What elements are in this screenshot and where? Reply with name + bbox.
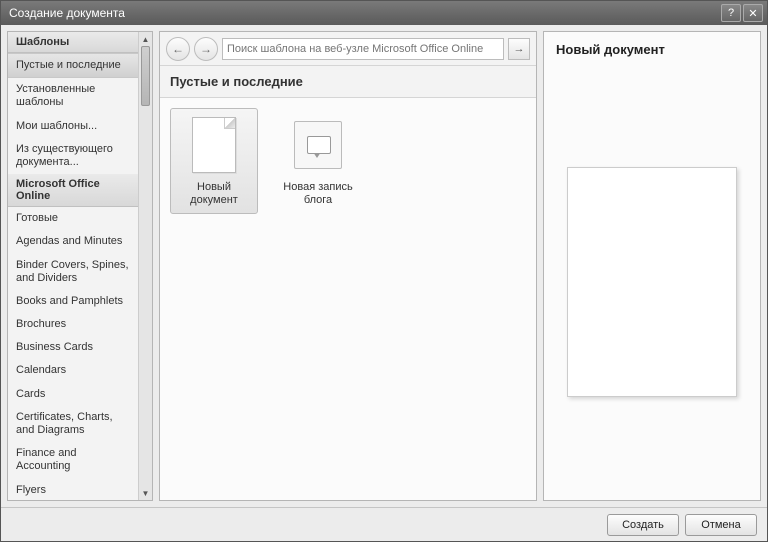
create-button[interactable]: Создать — [607, 514, 679, 536]
scroll-down-icon[interactable]: ▼ — [139, 486, 152, 500]
search-go-button[interactable]: → — [508, 38, 530, 60]
template-label: Новая запись блога — [279, 181, 357, 207]
sidebar-list: Шаблоны Пустые и последние Установленные… — [8, 32, 138, 500]
close-button[interactable]: ✕ — [743, 4, 763, 22]
cancel-button[interactable]: Отмена — [685, 514, 757, 536]
scroll-up-icon[interactable]: ▲ — [139, 32, 152, 46]
sidebar-item-flyers[interactable]: Flyers — [8, 479, 138, 500]
template-new-document[interactable]: Новый документ — [170, 108, 258, 214]
arrow-right-icon: → — [514, 43, 525, 55]
sidebar-item-from-existing[interactable]: Из существующего документа... — [8, 138, 138, 174]
document-icon — [188, 115, 240, 175]
templates-area: Новый документ Новая запись блога — [160, 98, 536, 500]
nav-back-button[interactable]: ← — [166, 37, 190, 61]
sidebar-item-agendas[interactable]: Agendas and Minutes — [8, 230, 138, 253]
sidebar-item-business-cards[interactable]: Business Cards — [8, 336, 138, 359]
nav-forward-button[interactable]: → — [194, 37, 218, 61]
help-button[interactable]: ? — [721, 4, 741, 22]
preview-panel: Новый документ — [543, 31, 761, 501]
sidebar-header-office-online: Microsoft Office Online — [8, 174, 138, 207]
center-toolbar: ← → → — [160, 32, 536, 66]
sidebar-item-brochures[interactable]: Brochures — [8, 313, 138, 336]
window-title: Создание документа — [9, 6, 719, 20]
template-label: Новый документ — [175, 181, 253, 207]
dialog-footer: Создать Отмена — [1, 507, 767, 541]
new-document-dialog: Создание документа ? ✕ Шаблоны Пустые и … — [0, 0, 768, 542]
sidebar-item-cards[interactable]: Cards — [8, 383, 138, 406]
blog-icon — [292, 115, 344, 175]
center-panel: ← → → Пустые и последние Новый документ … — [159, 31, 537, 501]
arrow-left-icon: ← — [172, 42, 184, 56]
search-box[interactable] — [222, 38, 504, 60]
sidebar-item-my-templates[interactable]: Мои шаблоны... — [8, 115, 138, 138]
preview-page — [567, 167, 737, 397]
section-header: Пустые и последние — [160, 66, 536, 98]
template-new-blog-post[interactable]: Новая запись блога — [274, 108, 362, 214]
search-input[interactable] — [227, 43, 499, 55]
sidebar-item-blank-recent[interactable]: Пустые и последние — [8, 53, 138, 78]
sidebar-item-certificates[interactable]: Certificates, Charts, and Diagrams — [8, 406, 138, 442]
arrow-right-icon: → — [200, 42, 212, 56]
sidebar-item-installed-templates[interactable]: Установленные шаблоны — [8, 78, 138, 114]
titlebar: Создание документа ? ✕ — [1, 1, 767, 25]
dialog-body: Шаблоны Пустые и последние Установленные… — [1, 25, 767, 507]
sidebar: Шаблоны Пустые и последние Установленные… — [7, 31, 153, 501]
sidebar-item-calendars[interactable]: Calendars — [8, 359, 138, 382]
sidebar-header-templates: Шаблоны — [8, 32, 138, 53]
preview-area — [544, 63, 760, 500]
sidebar-item-finance[interactable]: Finance and Accounting — [8, 442, 138, 478]
sidebar-item-binder[interactable]: Binder Covers, Spines, and Dividers — [8, 254, 138, 290]
scroll-thumb[interactable] — [141, 46, 150, 106]
sidebar-scrollbar[interactable]: ▲ ▼ — [138, 32, 152, 500]
sidebar-item-books[interactable]: Books and Pamphlets — [8, 290, 138, 313]
preview-title: Новый документ — [544, 32, 760, 63]
sidebar-item-featured[interactable]: Готовые — [8, 207, 138, 230]
